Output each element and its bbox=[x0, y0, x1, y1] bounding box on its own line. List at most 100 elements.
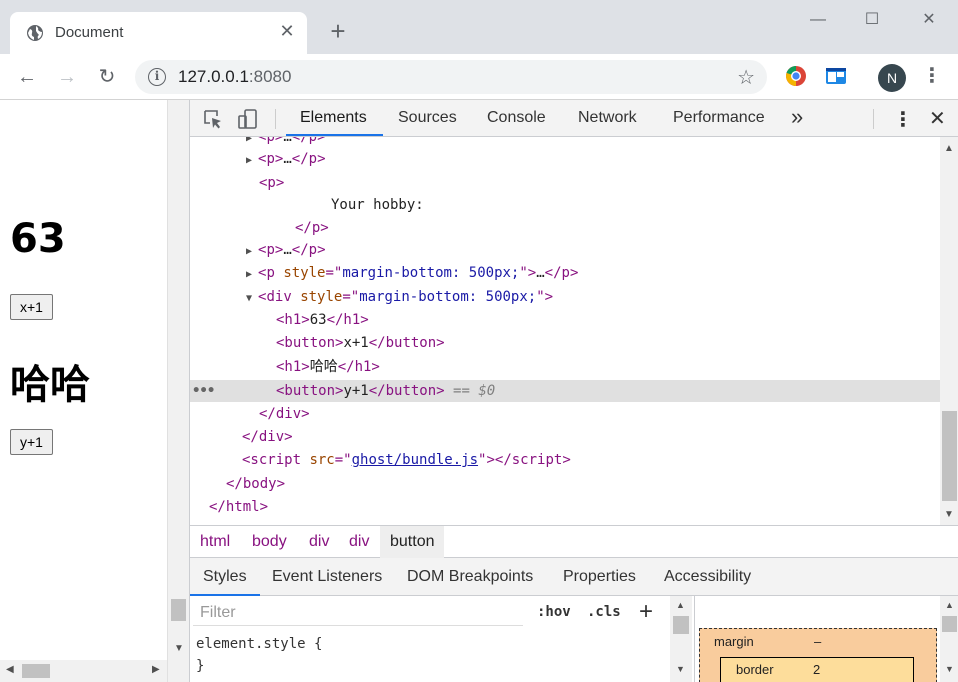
box-model-scroll-thumb[interactable] bbox=[942, 616, 957, 632]
subtab-accessibility[interactable]: Accessibility bbox=[664, 568, 751, 586]
elements-scrollbar[interactable]: ▲ ▼ bbox=[940, 137, 958, 525]
expand-triangle-icon[interactable]: ▶ bbox=[246, 137, 258, 144]
scroll-right-arrow-icon[interactable]: ▶ bbox=[152, 664, 160, 675]
scroll-up-arrow-icon[interactable]: ▲ bbox=[676, 600, 685, 610]
back-button[interactable]: ← bbox=[13, 63, 41, 91]
screen-extension-icon[interactable] bbox=[824, 64, 848, 88]
url-text[interactable]: 127.0.0.1:8080 bbox=[178, 67, 291, 87]
subtab-styles[interactable]: Styles bbox=[203, 568, 247, 586]
browser-menu-icon[interactable]: ⋮ bbox=[922, 64, 942, 90]
scroll-down-arrow-icon[interactable]: ▼ bbox=[676, 664, 685, 674]
expand-triangle-icon[interactable]: ▶ bbox=[246, 246, 258, 257]
scroll-down-arrow-icon[interactable]: ▼ bbox=[944, 509, 954, 520]
dom-node-h1-haha[interactable]: <h1>哈哈</h1> bbox=[276, 356, 380, 378]
dom-node-p[interactable]: ▶ <p>…</p> bbox=[246, 148, 326, 170]
dom-node-p-styled[interactable]: ▶ <p style="margin-bottom: 500px;">…</p> bbox=[246, 262, 578, 284]
browser-tab[interactable]: Document ✕ bbox=[10, 12, 307, 54]
hov-toggle[interactable]: :hov bbox=[537, 604, 571, 620]
devtools-menu-icon[interactable]: ⋮ bbox=[893, 107, 913, 132]
window-close-button[interactable]: ✕ bbox=[914, 8, 944, 32]
tab-sources[interactable]: Sources bbox=[398, 109, 457, 127]
breadcrumb-button[interactable]: button bbox=[380, 526, 445, 558]
dom-node-div[interactable]: ▼ <div style="margin-bottom: 500px;"> bbox=[246, 286, 553, 308]
new-tab-button[interactable]: + bbox=[326, 18, 350, 44]
browser-window: Document ✕ + — ☐ ✕ ← → ↻ i 127.0.0.1:808… bbox=[0, 0, 958, 682]
subtab-dom-breakpoints[interactable]: DOM Breakpoints bbox=[407, 568, 533, 586]
address-bar[interactable]: i 127.0.0.1:8080 ☆ bbox=[135, 60, 767, 94]
reload-button[interactable]: ↻ bbox=[93, 63, 121, 91]
breadcrumb-body[interactable]: body bbox=[252, 533, 287, 551]
scroll-up-arrow-icon[interactable]: ▲ bbox=[945, 600, 954, 610]
breadcrumb-div[interactable]: div bbox=[349, 533, 369, 551]
dom-node-button-x[interactable]: <button>x+1</button> bbox=[276, 332, 445, 354]
dom-button-y-text: y+1 bbox=[343, 383, 369, 399]
tab-close-icon[interactable]: ✕ bbox=[277, 21, 297, 41]
profile-avatar[interactable]: N bbox=[878, 64, 906, 92]
elements-scroll-thumb[interactable] bbox=[942, 411, 957, 501]
dom-node-body-close[interactable]: </body> bbox=[226, 473, 285, 495]
tab-console[interactable]: Console bbox=[487, 109, 546, 127]
styles-scroll-thumb[interactable] bbox=[673, 616, 689, 634]
border-value[interactable]: 2 bbox=[813, 662, 820, 677]
info-icon[interactable]: i bbox=[148, 68, 166, 86]
dom-node-script[interactable]: <script src="ghost/bundle.js"></script> bbox=[242, 449, 571, 471]
dom-node-html-close[interactable]: </html> bbox=[209, 496, 268, 518]
page-vertical-scrollbar[interactable]: ▼ bbox=[167, 100, 189, 682]
styles-scrollbar[interactable]: ▲ ▼ bbox=[670, 596, 692, 682]
devtools-close-icon[interactable]: ✕ bbox=[929, 106, 946, 131]
margin-value[interactable]: – bbox=[814, 634, 821, 649]
bookmark-star-icon[interactable]: ☆ bbox=[737, 65, 755, 90]
breadcrumb-html[interactable]: html bbox=[200, 533, 230, 551]
tab-network[interactable]: Network bbox=[578, 109, 637, 127]
scroll-left-arrow-icon[interactable]: ◀ bbox=[6, 664, 14, 675]
dom-node-p-open[interactable]: <p> bbox=[259, 172, 284, 194]
dom-node-h1[interactable]: <h1>63</h1> bbox=[276, 309, 369, 331]
script-src-link[interactable]: ghost/bundle.js bbox=[352, 452, 478, 468]
box-model-border[interactable]: border 2 bbox=[720, 657, 914, 682]
dom-node-p-close[interactable]: </p> bbox=[295, 217, 329, 239]
dom-node-p[interactable]: ▶ <p>…</p> bbox=[246, 137, 326, 148]
scroll-down-arrow-icon[interactable]: ▼ bbox=[945, 664, 954, 674]
tab-strip: Document ✕ + — ☐ ✕ bbox=[0, 0, 958, 54]
page-hscroll-thumb[interactable] bbox=[22, 664, 50, 678]
collapse-triangle-icon[interactable]: ▼ bbox=[246, 293, 258, 304]
expand-triangle-icon[interactable]: ▶ bbox=[246, 155, 258, 166]
attr-style-value: margin-bottom: 500px; bbox=[359, 289, 537, 305]
device-toolbar-icon[interactable] bbox=[237, 108, 259, 130]
dom-node-button-y-selected[interactable]: <button>y+1</button> == $0 bbox=[276, 380, 495, 402]
tab-performance[interactable]: Performance bbox=[673, 109, 765, 127]
tab-elements[interactable]: Elements bbox=[300, 109, 367, 127]
minimize-button[interactable]: — bbox=[803, 8, 833, 32]
subtab-properties[interactable]: Properties bbox=[563, 568, 636, 586]
page-horizontal-scrollbar[interactable]: ◀ ▶ bbox=[0, 660, 167, 682]
url-port: :8080 bbox=[248, 67, 292, 86]
more-tabs-icon[interactable]: » bbox=[791, 104, 803, 130]
maximize-button[interactable]: ☐ bbox=[857, 8, 887, 32]
breadcrumb-div[interactable]: div bbox=[309, 533, 329, 551]
node-actions-icon[interactable]: ••• bbox=[192, 380, 215, 402]
element-style-rule[interactable]: element.style { bbox=[196, 636, 322, 652]
increment-x-button[interactable]: x+1 bbox=[10, 294, 53, 320]
increment-y-button[interactable]: y+1 bbox=[10, 429, 53, 455]
cls-toggle[interactable]: .cls bbox=[587, 604, 621, 620]
element-style-rule-close: } bbox=[196, 658, 205, 674]
scroll-up-arrow-icon[interactable]: ▲ bbox=[944, 143, 954, 154]
new-style-rule-icon[interactable]: + bbox=[639, 598, 653, 626]
breadcrumb: html body div div button bbox=[190, 525, 958, 558]
styles-pane: Filter :hov .cls + element.style { } bbox=[190, 596, 692, 682]
subtab-event-listeners[interactable]: Event Listeners bbox=[272, 568, 382, 586]
styles-filter-input[interactable]: Filter bbox=[193, 600, 523, 626]
expand-triangle-icon[interactable]: ▶ bbox=[246, 269, 258, 280]
page-scroll-thumb[interactable] bbox=[171, 599, 186, 621]
dom-text-hobby[interactable]: Your hobby: bbox=[331, 194, 424, 216]
box-model-margin[interactable]: margin – border 2 bbox=[699, 628, 937, 682]
scroll-down-arrow-icon[interactable]: ▼ bbox=[174, 643, 184, 654]
dom-node-p[interactable]: ▶ <p>…</p> bbox=[246, 239, 326, 261]
forward-button[interactable]: → bbox=[53, 63, 81, 91]
dom-node-div-close[interactable]: </div> bbox=[259, 403, 310, 425]
dom-node-div-close[interactable]: </div> bbox=[242, 426, 293, 448]
page-viewport: 63 x+1 哈哈 y+1 bbox=[0, 100, 167, 682]
box-model-scrollbar[interactable]: ▲ ▼ bbox=[940, 596, 958, 682]
chrome-extension-icon[interactable] bbox=[784, 64, 808, 88]
inspect-element-icon[interactable] bbox=[202, 108, 224, 130]
